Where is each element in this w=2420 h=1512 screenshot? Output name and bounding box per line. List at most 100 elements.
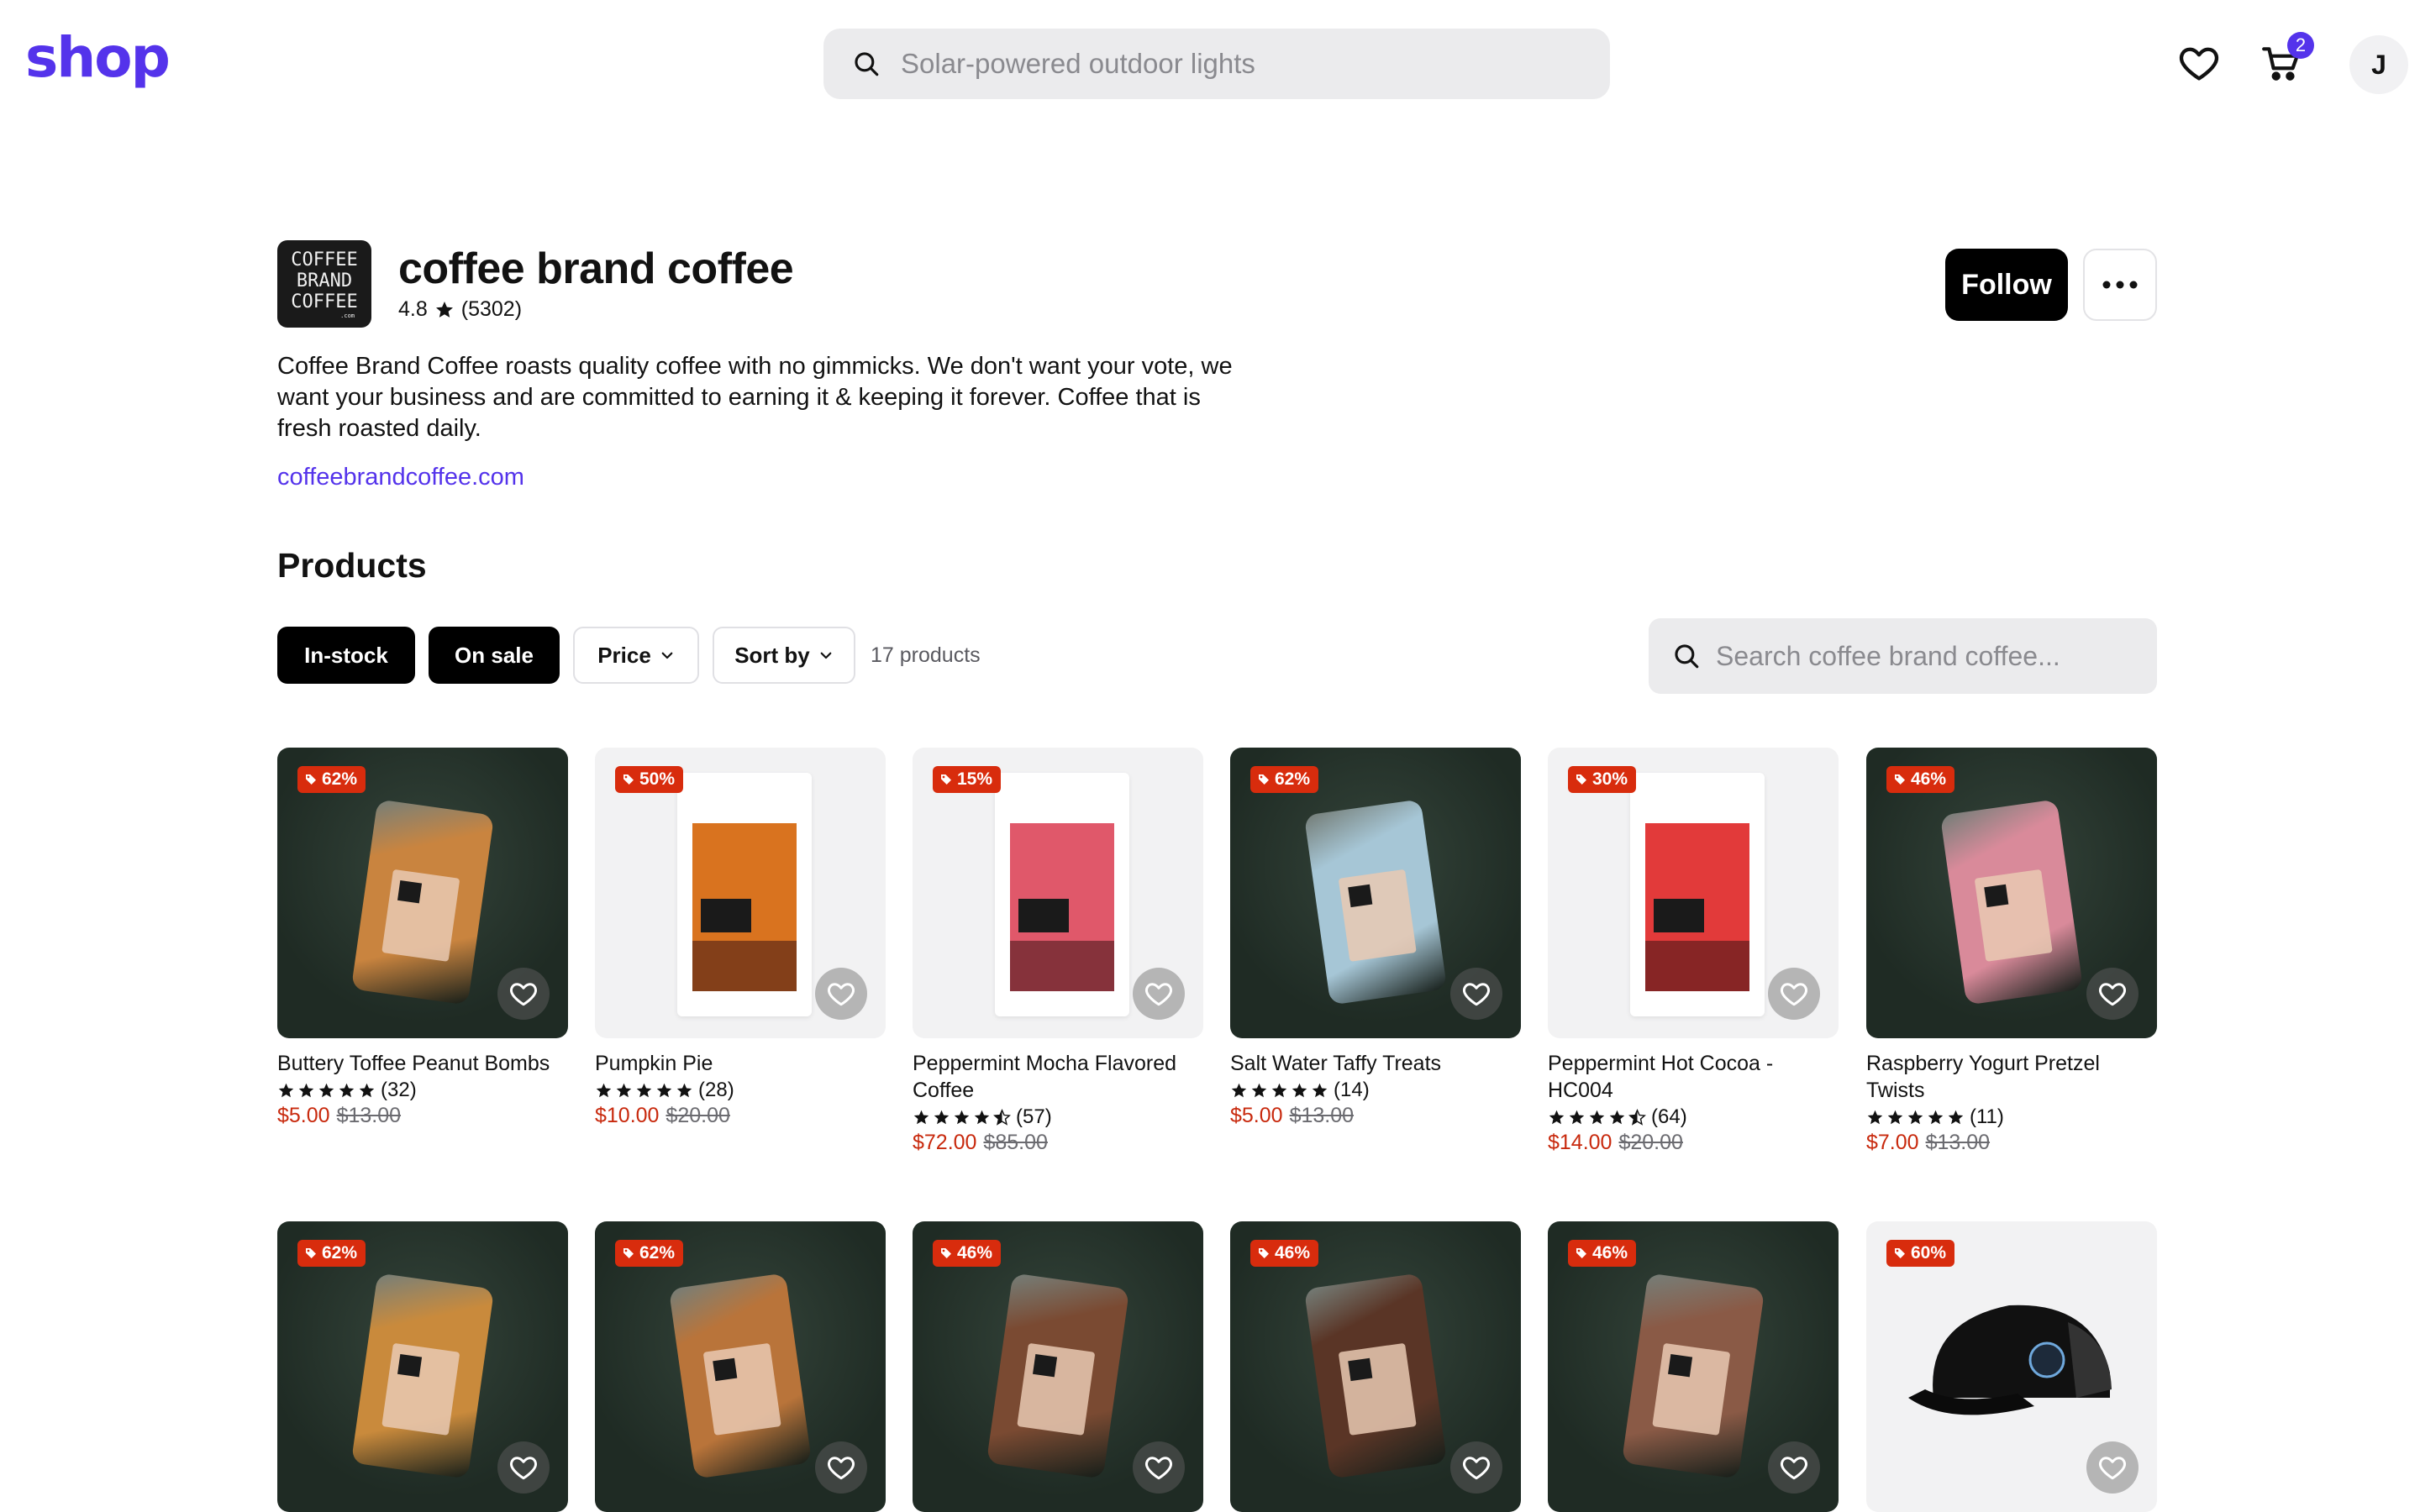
product-title[interactable]: Peppermint Hot Cocoa - HC004: [1548, 1050, 1839, 1104]
save-product-button[interactable]: [1450, 1441, 1502, 1494]
global-search-input[interactable]: Solar-powered outdoor lights: [823, 29, 1610, 99]
sale-price: $7.00: [1866, 1131, 1919, 1154]
user-avatar[interactable]: J: [2349, 35, 2408, 94]
product-image-container[interactable]: 46%: [1866, 748, 2157, 1038]
shop-logo-line: COFFEE: [291, 291, 358, 312]
more-options-button[interactable]: [2083, 249, 2157, 321]
product-card[interactable]: 30% Peppermint Hot Cocoa - HC004 (64) $1…: [1548, 748, 1839, 1155]
shop-logo-line: BRAND: [296, 270, 353, 291]
product-label-logo: [1348, 884, 1373, 908]
tag-icon: [623, 774, 634, 785]
save-product-button[interactable]: [497, 1441, 550, 1494]
product-card[interactable]: 62%: [277, 1221, 568, 1512]
original-price: $13.00: [336, 1104, 402, 1127]
product-card[interactable]: 15% Peppermint Mocha Flavored Coffee (57…: [913, 748, 1203, 1155]
shop-logo[interactable]: shop: [25, 25, 171, 90]
heart-icon: [2099, 983, 2126, 1006]
product-image-container[interactable]: 15%: [913, 748, 1203, 1038]
rating-star-icon: [1928, 1110, 1944, 1124]
product-count: 17 products: [871, 643, 981, 667]
tag-icon: [941, 1248, 951, 1258]
save-product-button[interactable]: [815, 1441, 867, 1494]
discount-value: 46%: [1592, 1243, 1628, 1263]
save-product-button[interactable]: [1768, 968, 1820, 1020]
follow-button[interactable]: Follow: [1945, 249, 2068, 321]
product-label: [1338, 869, 1417, 962]
save-product-button[interactable]: [497, 968, 550, 1020]
product-card[interactable]: 62% Buttery Toffee Peanut Bombs (32) $5.…: [277, 748, 568, 1128]
rating-stars: [1548, 1108, 1646, 1126]
rating-star-icon: [656, 1083, 672, 1097]
product-card[interactable]: 60%: [1866, 1221, 2157, 1512]
product-image-container[interactable]: 60%: [1866, 1221, 2157, 1512]
top-header: shop Solar-powered outdoor lights 2 J: [0, 0, 2420, 128]
save-product-button[interactable]: [1450, 968, 1502, 1020]
heart-icon: [510, 1457, 537, 1480]
original-price: $20.00: [666, 1104, 730, 1127]
product-image-container[interactable]: 50%: [595, 748, 886, 1038]
product-price: $7.00 $13.00: [1866, 1131, 2157, 1155]
product-card[interactable]: 46%: [1548, 1221, 1839, 1512]
product-card[interactable]: 46%: [1230, 1221, 1521, 1512]
rating-star-icon: [1251, 1083, 1267, 1097]
product-title[interactable]: Pumpkin Pie: [595, 1050, 886, 1077]
product-label-logo: [1668, 1354, 1693, 1378]
product-image-container[interactable]: 62%: [277, 1221, 568, 1512]
product-card[interactable]: 46%: [913, 1221, 1203, 1512]
shop-rating[interactable]: 4.8 (5302): [398, 297, 522, 322]
rating-stars: [1866, 1109, 1965, 1126]
heart-icon: [1781, 1457, 1807, 1480]
product-image-container[interactable]: 46%: [913, 1221, 1203, 1512]
product-image-container[interactable]: 46%: [1548, 1221, 1839, 1512]
product-image-container[interactable]: 62%: [1230, 748, 1521, 1038]
product-card[interactable]: 46% Raspberry Yogurt Pretzel Twists (11)…: [1866, 748, 2157, 1155]
product-card[interactable]: 62% Salt Water Taffy Treats (14) $5.00 $1…: [1230, 748, 1521, 1128]
product-title[interactable]: Raspberry Yogurt Pretzel Twists: [1866, 1050, 2157, 1104]
save-product-button[interactable]: [1133, 1441, 1185, 1494]
save-product-button[interactable]: [2086, 968, 2139, 1020]
filter-price[interactable]: Price: [573, 627, 699, 684]
product-image: [1630, 773, 1765, 1016]
product-label-logo: [1018, 899, 1069, 932]
discount-badge: 46%: [1568, 1240, 1637, 1267]
sort-by-dropdown[interactable]: Sort by: [713, 627, 855, 684]
chevron-down-icon: [661, 652, 673, 659]
product-card[interactable]: 62%: [595, 1221, 886, 1512]
save-product-button[interactable]: [815, 968, 867, 1020]
product-title[interactable]: Salt Water Taffy Treats: [1230, 1050, 1521, 1077]
shop-website-link[interactable]: coffeebrandcoffee.com: [277, 464, 524, 491]
product-card[interactable]: 50% Pumpkin Pie (28) $10.00 $20.00: [595, 748, 886, 1128]
product-label-logo: [1984, 884, 2009, 908]
product-price: $14.00 $20.00: [1548, 1131, 1839, 1155]
save-product-button[interactable]: [2086, 1441, 2139, 1494]
save-product-button[interactable]: [1133, 968, 1185, 1020]
rating-star-icon: [1271, 1083, 1287, 1097]
filter-on-sale[interactable]: On sale: [429, 627, 560, 684]
product-title[interactable]: Buttery Toffee Peanut Bombs: [277, 1050, 568, 1077]
product-title[interactable]: Peppermint Mocha Flavored Coffee: [913, 1050, 1203, 1104]
product-image-container[interactable]: 62%: [277, 748, 568, 1038]
product-image: [1939, 799, 2084, 1005]
rating-star-icon: [1948, 1110, 1964, 1124]
cart-count-badge: 2: [2287, 32, 2314, 59]
shop-brand-logo: COFFEE BRAND COFFEE .com: [277, 240, 371, 328]
rating-star-icon: [954, 1110, 970, 1124]
product-image: [1303, 799, 1448, 1005]
favorites-button[interactable]: [2170, 34, 2228, 92]
product-image: [1303, 1273, 1448, 1479]
review-count: (64): [1651, 1105, 1687, 1128]
filter-in-stock[interactable]: In-stock: [277, 627, 415, 684]
sale-price: $5.00: [277, 1104, 330, 1127]
rating-star-icon: [1589, 1110, 1605, 1124]
shop-name: coffee brand coffee: [398, 244, 794, 293]
search-icon: [855, 52, 879, 76]
shop-search-input[interactable]: Search coffee brand coffee...: [1649, 618, 2157, 694]
product-image-container[interactable]: 46%: [1230, 1221, 1521, 1512]
discount-badge: 62%: [297, 766, 366, 793]
product-image-container[interactable]: 30%: [1548, 748, 1839, 1038]
rating-star-icon: [359, 1083, 375, 1097]
product-image-container[interactable]: 62%: [595, 1221, 886, 1512]
rating-star-icon: [1907, 1110, 1923, 1124]
rating-star-icon: [676, 1083, 692, 1097]
save-product-button[interactable]: [1768, 1441, 1820, 1494]
